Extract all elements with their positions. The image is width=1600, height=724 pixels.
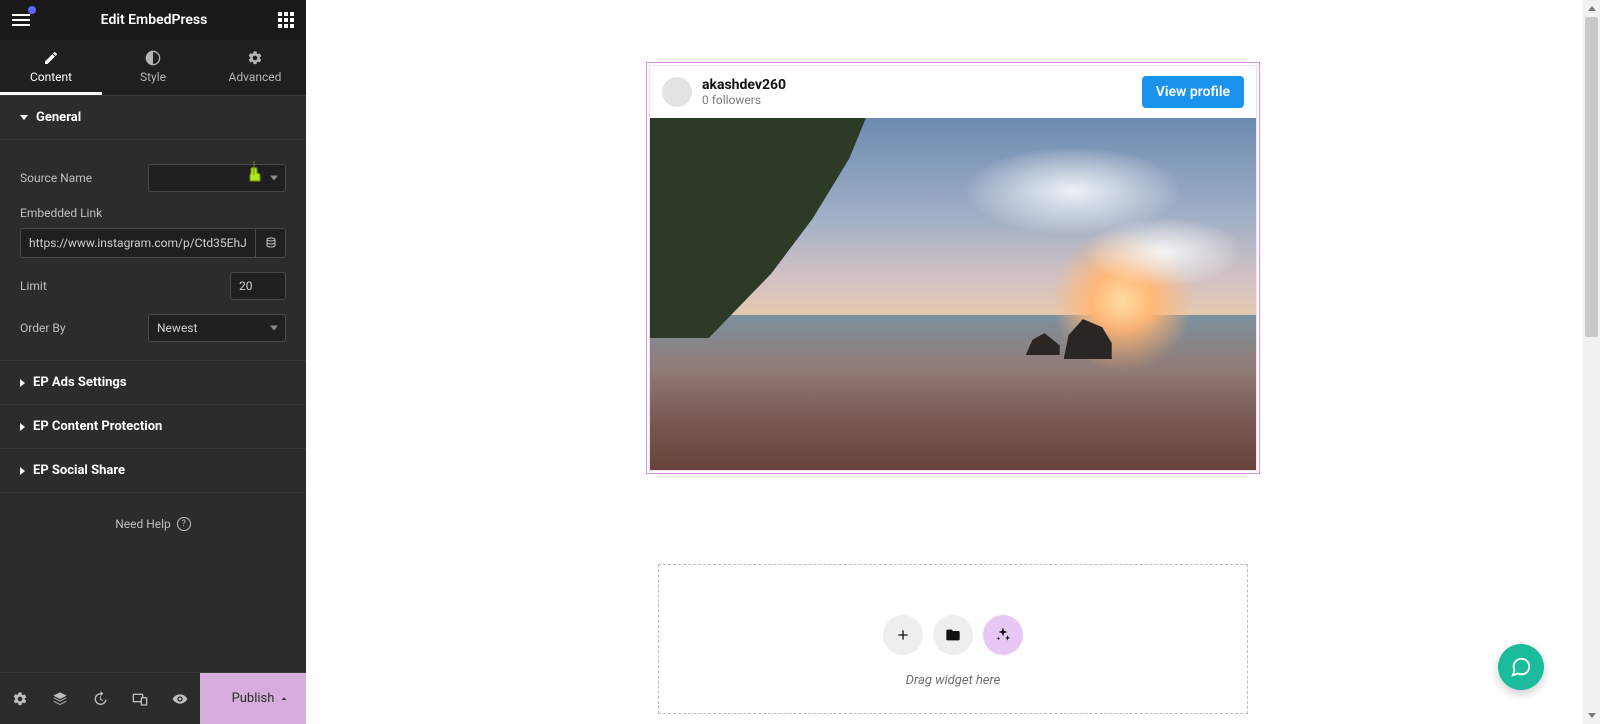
scroll-down-button[interactable] — [1583, 707, 1600, 724]
tab-advanced-label: Advanced — [229, 70, 282, 84]
add-ai-button[interactable] — [983, 615, 1023, 655]
scroll-up-button[interactable] — [1583, 0, 1600, 17]
drop-zone-label: Drag widget here — [906, 673, 1001, 688]
panel-sections: General Source Name Embedded Link — [0, 96, 306, 672]
footer-navigator-button[interactable] — [40, 673, 80, 724]
panel-tabs: Content Style Advanced — [0, 40, 306, 96]
source-name-select[interactable] — [148, 164, 286, 192]
embed-widget-selected[interactable]: akashdev260 0 followers View profile — [646, 62, 1260, 474]
avatar — [662, 77, 692, 107]
caret-right-icon — [20, 467, 25, 475]
sparkle-icon — [994, 626, 1012, 644]
section-ads-label: EP Ads Settings — [33, 375, 127, 390]
embedded-link-label: Embedded Link — [20, 206, 286, 220]
browser-scrollbar[interactable] — [1583, 0, 1600, 724]
footer-preview-button[interactable] — [160, 673, 200, 724]
embedded-link-input[interactable] — [20, 228, 256, 258]
publish-label: Publish — [232, 691, 275, 706]
chat-icon — [1510, 656, 1532, 678]
tab-style[interactable]: Style — [102, 40, 204, 95]
hamburger-menu-button[interactable] — [12, 14, 30, 26]
need-help-link[interactable]: Need Help ? — [115, 517, 191, 531]
chat-button[interactable] — [1498, 644, 1544, 690]
panel-header: Edit EmbedPress — [0, 0, 306, 40]
section-share-label: EP Social Share — [33, 463, 125, 478]
drop-zone[interactable]: Drag widget here — [658, 564, 1248, 714]
section-protection-label: EP Content Protection — [33, 419, 162, 434]
footer-settings-button[interactable] — [0, 673, 40, 724]
limit-input[interactable] — [230, 272, 286, 300]
add-widget-button[interactable] — [883, 615, 923, 655]
panel-footer: Publish — [0, 672, 306, 724]
tab-style-label: Style — [140, 70, 166, 84]
section-ads-header[interactable]: EP Ads Settings — [0, 361, 306, 405]
followers-label: 0 followers — [702, 93, 1132, 107]
gear-icon — [12, 691, 28, 707]
history-icon — [92, 691, 108, 707]
add-template-button[interactable] — [933, 615, 973, 655]
instagram-card: akashdev260 0 followers View profile — [649, 65, 1257, 471]
order-by-select[interactable] — [148, 314, 286, 342]
eye-icon — [171, 691, 189, 707]
caret-right-icon — [20, 423, 25, 431]
username-label: akashdev260 — [702, 77, 1132, 94]
chevron-up-icon — [278, 693, 290, 705]
panel-title: Edit EmbedPress — [101, 12, 208, 28]
widgets-grid-button[interactable] — [278, 12, 294, 28]
responsive-icon — [132, 691, 148, 707]
embedded-link-options-button[interactable] — [256, 228, 286, 258]
folder-icon — [945, 627, 961, 643]
tab-content[interactable]: Content — [0, 40, 102, 95]
scroll-track[interactable] — [1583, 17, 1600, 707]
tab-content-label: Content — [30, 70, 72, 84]
footer-history-button[interactable] — [80, 673, 120, 724]
layers-icon — [52, 691, 68, 707]
section-general-header[interactable]: General — [0, 96, 306, 140]
plus-icon — [895, 627, 911, 643]
section-protection-header[interactable]: EP Content Protection — [0, 405, 306, 449]
section-share-header[interactable]: EP Social Share — [0, 449, 306, 493]
source-name-label: Source Name — [20, 171, 92, 185]
order-by-label: Order By — [20, 321, 66, 335]
database-icon — [265, 236, 277, 250]
scroll-thumb[interactable] — [1585, 17, 1598, 337]
gear-icon — [247, 50, 263, 66]
caret-right-icon — [20, 379, 25, 387]
tab-advanced[interactable]: Advanced — [204, 40, 306, 95]
need-help-label: Need Help — [115, 517, 171, 531]
section-general-body: Source Name Embedded Link — [0, 140, 306, 361]
view-profile-button[interactable]: View profile — [1142, 76, 1244, 108]
section-general-label: General — [36, 110, 81, 125]
caret-down-icon — [20, 115, 28, 120]
preview-canvas[interactable]: akashdev260 0 followers View profile — [306, 0, 1600, 724]
publish-button[interactable]: Publish — [200, 673, 306, 724]
instagram-photo — [650, 118, 1256, 470]
footer-responsive-button[interactable] — [120, 673, 160, 724]
contrast-icon — [145, 50, 161, 66]
editor-panel: Edit EmbedPress Content Style Advanced — [0, 0, 306, 724]
limit-label: Limit — [20, 279, 47, 293]
pencil-icon — [43, 50, 59, 66]
help-icon: ? — [177, 517, 191, 531]
